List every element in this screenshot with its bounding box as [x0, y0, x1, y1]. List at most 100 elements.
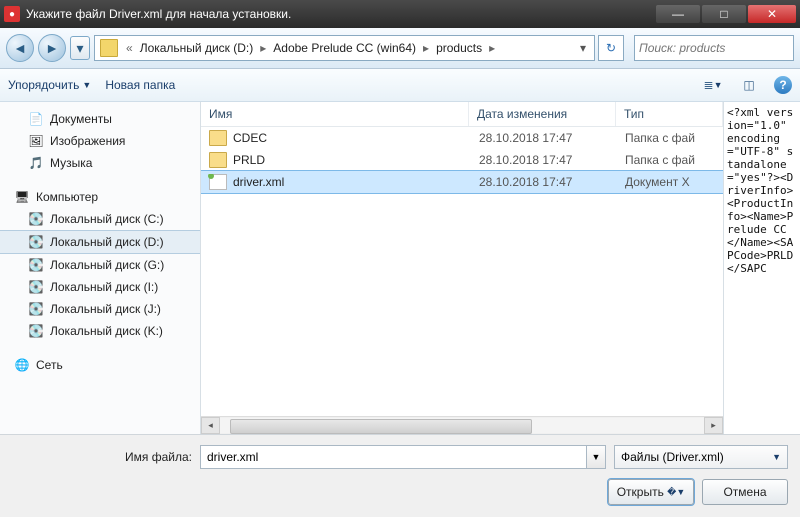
- column-headers: Имя Дата изменения Тип: [201, 102, 723, 127]
- history-dropdown[interactable]: ▾: [70, 36, 90, 60]
- sidebar-label: Локальный диск (J:): [50, 302, 161, 316]
- app-icon: ●: [4, 6, 20, 22]
- library-icon: [28, 133, 44, 149]
- filename-label: Имя файла:: [12, 450, 192, 464]
- filename-input[interactable]: [200, 445, 587, 469]
- scroll-right-button[interactable]: ▸: [704, 417, 723, 434]
- breadcrumb-part[interactable]: products: [434, 41, 484, 55]
- chevron-right-icon: ▸: [418, 41, 434, 55]
- library-icon: [28, 155, 44, 171]
- maximize-button[interactable]: □: [702, 5, 746, 23]
- sidebar-label: Музыка: [50, 156, 92, 170]
- chevron-right-icon: ▸: [484, 41, 500, 55]
- col-name[interactable]: Имя: [201, 102, 469, 126]
- sidebar-library-item[interactable]: Документы: [0, 108, 200, 130]
- breadcrumb-dropdown[interactable]: ▾: [574, 41, 592, 55]
- breadcrumb-part[interactable]: Adobe Prelude CC (win64): [271, 41, 418, 55]
- file-list: Имя Дата изменения Тип CDEC28.10.2018 17…: [201, 102, 723, 434]
- nav-bar: ◄ ► ▾ « Локальный диск (D:) ▸ Adobe Prel…: [0, 28, 800, 69]
- sidebar-drive-item[interactable]: Локальный диск (K:): [0, 320, 200, 342]
- col-date[interactable]: Дата изменения: [469, 102, 616, 126]
- sidebar-computer[interactable]: Компьютер: [0, 186, 200, 208]
- sidebar-label: Документы: [50, 112, 112, 126]
- dialog-footer: Имя файла: ▼ Файлы (Driver.xml) ▼ Открыт…: [0, 434, 800, 517]
- file-date: 28.10.2018 17:47: [471, 175, 617, 189]
- sidebar-label: Локальный диск (C:): [50, 212, 164, 226]
- titlebar: ● Укажите файл Driver.xml для начала уст…: [0, 0, 800, 28]
- sidebar-library-item[interactable]: Музыка: [0, 152, 200, 174]
- chevron-down-icon: ▼: [714, 80, 723, 90]
- chevron-down-icon: ▼: [772, 452, 781, 462]
- new-folder-button[interactable]: Новая папка: [105, 78, 175, 92]
- drive-icon: [28, 323, 44, 339]
- sidebar-drive-item[interactable]: Локальный диск (D:): [0, 230, 200, 254]
- file-type: Документ X: [617, 175, 723, 189]
- new-folder-label: Новая папка: [105, 78, 175, 92]
- file-row[interactable]: CDEC28.10.2018 17:47Папка с фай: [201, 127, 723, 149]
- sidebar-label: Локальный диск (D:): [50, 235, 164, 249]
- xml-file-icon: [209, 174, 227, 190]
- nav-sidebar: Документы Изображения Музыка Компьютер Лок…: [0, 102, 201, 434]
- filetype-label: Файлы (Driver.xml): [621, 450, 724, 464]
- view-mode-button[interactable]: ≣ ▼: [702, 74, 724, 96]
- file-row[interactable]: driver.xml 28.10.2018 17:47Документ X: [201, 171, 723, 193]
- file-date: 28.10.2018 17:47: [471, 131, 617, 145]
- cancel-button[interactable]: Отмена: [702, 479, 788, 505]
- minimize-button[interactable]: —: [656, 5, 700, 23]
- chevron-right-icon: «: [121, 41, 138, 55]
- folder-icon: [100, 39, 118, 57]
- open-button[interactable]: Открыть �▼: [608, 479, 694, 505]
- filetype-select[interactable]: Файлы (Driver.xml) ▼: [614, 445, 788, 469]
- organize-label: Упорядочить: [8, 78, 79, 92]
- drive-icon: [28, 279, 44, 295]
- sidebar-label: Сеть: [36, 358, 63, 372]
- chevron-down-icon: ▼: [82, 80, 91, 90]
- search-input[interactable]: [634, 35, 794, 61]
- sidebar-drive-item[interactable]: Локальный диск (G:): [0, 254, 200, 276]
- main-area: Имя Дата изменения Тип CDEC28.10.2018 17…: [201, 102, 800, 434]
- col-type[interactable]: Тип: [616, 102, 723, 126]
- folder-icon: [209, 130, 227, 146]
- organize-menu[interactable]: Упорядочить ▼: [8, 78, 91, 92]
- chevron-right-icon: ▸: [255, 41, 271, 55]
- breadcrumb[interactable]: « Локальный диск (D:) ▸ Adobe Prelude CC…: [94, 35, 595, 61]
- sidebar-network[interactable]: Сеть: [0, 354, 200, 376]
- refresh-button[interactable]: ↻: [598, 35, 624, 61]
- folder-icon: [209, 152, 227, 168]
- breadcrumb-part[interactable]: Локальный диск (D:): [138, 41, 256, 55]
- file-name: PRLD: [233, 153, 265, 167]
- network-icon: [14, 357, 30, 373]
- file-type: Папка с фай: [617, 153, 723, 167]
- drive-icon: [28, 257, 44, 273]
- sidebar-label: Локальный диск (I:): [50, 280, 158, 294]
- forward-button[interactable]: ►: [38, 34, 66, 62]
- sidebar-drive-item[interactable]: Локальный диск (I:): [0, 276, 200, 298]
- dialog-body: Документы Изображения Музыка Компьютер Лок…: [0, 102, 800, 434]
- file-rows: CDEC28.10.2018 17:47Папка с фай PRLD 28.10…: [201, 127, 723, 416]
- filename-dropdown[interactable]: ▼: [587, 445, 606, 469]
- sidebar-label: Локальный диск (G:): [50, 258, 164, 272]
- help-button[interactable]: ?: [774, 76, 792, 94]
- drive-icon: [28, 234, 44, 250]
- sidebar-drive-item[interactable]: Локальный диск (J:): [0, 298, 200, 320]
- close-button[interactable]: ✕: [748, 5, 796, 23]
- sidebar-label: Компьютер: [36, 190, 98, 204]
- sidebar-library-item[interactable]: Изображения: [0, 130, 200, 152]
- file-name: driver.xml: [233, 175, 284, 189]
- preview-pane: <?xml version="1.0" encoding="UTF-8" sta…: [723, 102, 800, 434]
- scroll-thumb[interactable]: [230, 419, 532, 434]
- file-type: Папка с фай: [617, 131, 723, 145]
- drive-icon: [28, 211, 44, 227]
- scroll-left-button[interactable]: ◂: [201, 417, 220, 434]
- sidebar-label: Локальный диск (K:): [50, 324, 163, 338]
- back-button[interactable]: ◄: [6, 34, 34, 62]
- toolbar: Упорядочить ▼ Новая папка ≣ ▼ ◫ ?: [0, 69, 800, 102]
- library-icon: [28, 111, 44, 127]
- split-button-arrow[interactable]: �▼: [667, 487, 685, 498]
- horizontal-scrollbar[interactable]: ◂ ▸: [201, 416, 723, 434]
- preview-pane-button[interactable]: ◫: [738, 74, 760, 96]
- sidebar-drive-item[interactable]: Локальный диск (C:): [0, 208, 200, 230]
- file-row[interactable]: PRLD 28.10.2018 17:47Папка с фай: [201, 149, 723, 171]
- scroll-track[interactable]: [220, 418, 704, 433]
- file-date: 28.10.2018 17:47: [471, 153, 617, 167]
